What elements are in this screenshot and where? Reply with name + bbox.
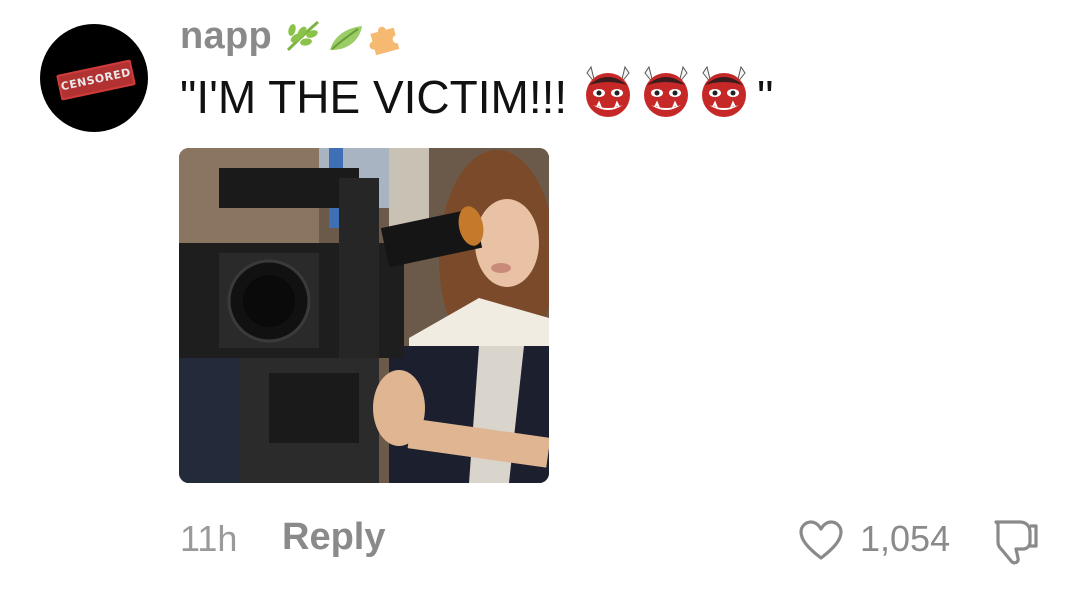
attached-photo[interactable] <box>179 148 549 483</box>
photo-camera-operator-image <box>179 148 549 483</box>
comment-item: CENSORED napp "I'M THE VICTIM!!! " 11h R… <box>0 0 1080 598</box>
thumbs-down-icon[interactable] <box>990 516 1042 571</box>
puzzle-icon <box>366 16 406 56</box>
ogre-icon <box>581 63 635 132</box>
comment-header: napp <box>180 14 406 58</box>
user-badges <box>282 16 406 56</box>
timestamp: 11h <box>180 518 238 559</box>
username[interactable]: napp <box>180 15 272 58</box>
comment-actions: 11h Reply 1,054 <box>0 510 1080 566</box>
censored-stamp-logo: CENSORED <box>56 59 136 101</box>
reply-button[interactable]: Reply <box>282 516 385 559</box>
ogre-icon <box>697 63 751 132</box>
comment-text: "I'M THE VICTIM!!! " <box>180 65 774 128</box>
comment-text-main: "I'M THE VICTIM!!! <box>180 71 568 123</box>
emoji-group <box>581 63 751 132</box>
like-count: 1,054 <box>860 518 951 559</box>
herb-icon <box>282 16 326 56</box>
avatar[interactable]: CENSORED <box>40 24 148 132</box>
ogre-icon <box>639 63 693 132</box>
comment-text-closing-quote: " <box>757 71 774 123</box>
leaf-icon <box>326 16 366 56</box>
heart-icon[interactable] <box>798 520 844 567</box>
